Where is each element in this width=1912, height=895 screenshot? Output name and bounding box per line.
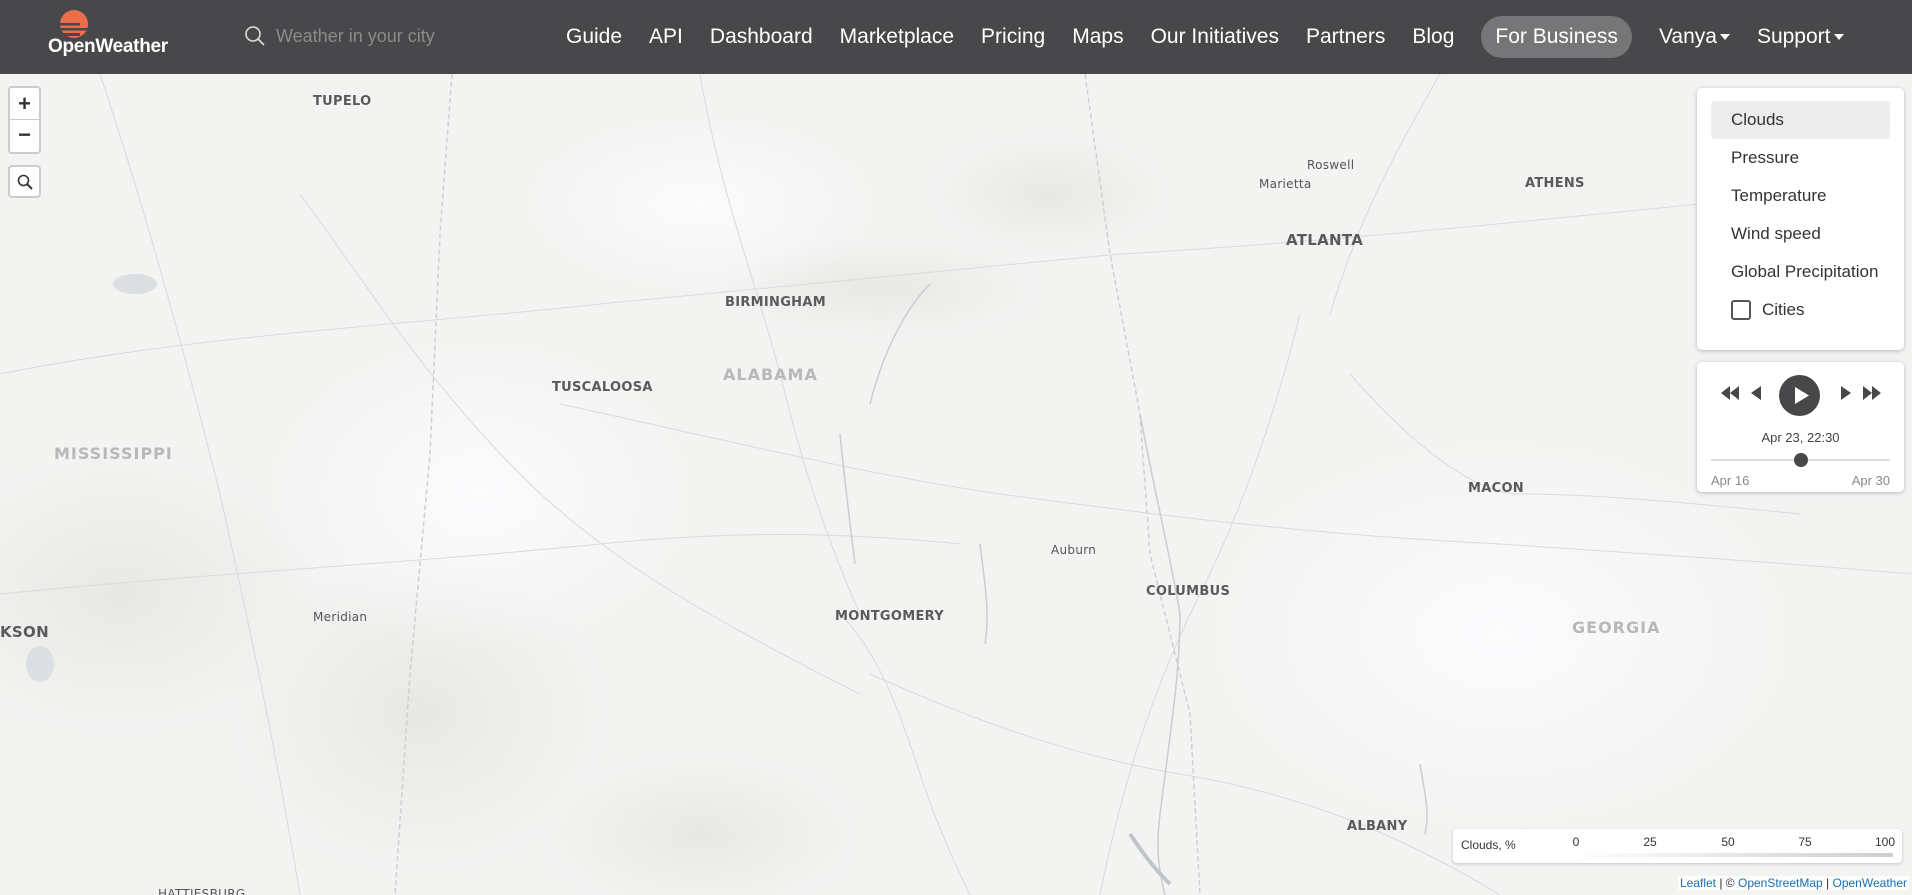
- nav-guide[interactable]: Guide: [566, 25, 622, 49]
- legend-tick: 100: [1874, 835, 1896, 849]
- city-label-montgomery: MONTGOMERY: [835, 609, 944, 624]
- user-menu[interactable]: Vanya: [1659, 25, 1730, 49]
- nav-partners[interactable]: Partners: [1306, 25, 1385, 49]
- city-label-meridian: Meridian: [313, 610, 368, 624]
- openweather-logo[interactable]: OpenWeather: [48, 8, 168, 58]
- openstreetmap-link[interactable]: OpenStreetMap: [1738, 876, 1823, 890]
- nav-api[interactable]: API: [649, 25, 683, 49]
- logo-text: OpenWeather: [48, 36, 168, 57]
- chevron-down-icon: [1833, 34, 1844, 41]
- state-label-alabama: ALABAMA: [723, 365, 818, 384]
- weather-map[interactable]: TUPELO Roswell Marietta ATHENS ATLANTA B…: [0, 74, 1912, 895]
- step-forward-icon[interactable]: [1841, 386, 1851, 400]
- play-icon: [1795, 387, 1809, 404]
- search-icon: [17, 174, 33, 190]
- time-player: Apr 23, 22:30 Apr 16 Apr 30: [1697, 362, 1904, 492]
- city-label-atlanta: ATLANTA: [1286, 231, 1364, 249]
- city-label-hattiesburg: HATTIESBURG: [158, 887, 246, 895]
- city-label-birmingham: BIRMINGHAM: [725, 295, 826, 310]
- layer-global-precipitation[interactable]: Global Precipitation: [1711, 253, 1890, 291]
- attribution-sep: | ©: [1716, 876, 1738, 890]
- map-search-button[interactable]: [8, 165, 41, 198]
- city-label-columbus: COLUMBUS: [1146, 584, 1231, 599]
- top-navigation-bar: OpenWeather Guide API Dashboard Marketpl…: [0, 0, 1912, 74]
- openweather-link[interactable]: OpenWeather: [1833, 876, 1908, 890]
- timeline-start: Apr 16: [1711, 473, 1750, 488]
- layer-clouds[interactable]: Clouds: [1711, 101, 1890, 139]
- play-button[interactable]: [1779, 375, 1820, 416]
- legend-color-bar: [1573, 853, 1893, 857]
- city-label-macon: MACON: [1468, 481, 1524, 496]
- step-backward-icon[interactable]: [1751, 386, 1761, 400]
- nav-marketplace[interactable]: Marketplace: [840, 25, 954, 49]
- state-label-georgia: GEORGIA: [1572, 618, 1661, 637]
- chevron-down-icon: [1719, 34, 1730, 41]
- layer-wind-speed[interactable]: Wind speed: [1711, 215, 1890, 253]
- sun-logo-icon: [50, 10, 92, 38]
- legend-tick: 50: [1721, 835, 1735, 849]
- map-attribution: Leaflet | © OpenStreetMap | OpenWeather: [1677, 876, 1909, 890]
- nav-dashboard[interactable]: Dashboard: [710, 25, 813, 49]
- support-menu-label: Support: [1756, 25, 1831, 48]
- layers-panel: Clouds Pressure Temperature Wind speed G…: [1697, 88, 1904, 350]
- city-label-roswell: Roswell: [1307, 158, 1355, 172]
- city-label-albany: ALBANY: [1347, 819, 1408, 834]
- legend-tick: 25: [1643, 835, 1657, 849]
- attribution-sep: |: [1822, 876, 1833, 890]
- user-menu-label: Vanya: [1658, 25, 1717, 48]
- state-label-mississippi: MISSISSIPPI: [54, 444, 173, 463]
- zoom-control: + −: [8, 86, 41, 154]
- main-nav: Guide API Dashboard Marketplace Pricing …: [566, 0, 1844, 74]
- city-label-athens: ATHENS: [1525, 176, 1585, 191]
- nav-maps[interactable]: Maps: [1072, 25, 1123, 49]
- zoom-out-button[interactable]: −: [10, 119, 39, 150]
- layer-temperature[interactable]: Temperature: [1711, 177, 1890, 215]
- timeline-thumb[interactable]: [1793, 453, 1808, 467]
- layer-pressure[interactable]: Pressure: [1711, 139, 1890, 177]
- cities-toggle[interactable]: Cities: [1711, 291, 1890, 329]
- support-menu[interactable]: Support: [1757, 25, 1844, 49]
- current-time: Apr 23, 22:30: [1761, 430, 1840, 445]
- legend-tick: 75: [1798, 835, 1812, 849]
- legend-tick: 0: [1572, 835, 1580, 849]
- zoom-in-button[interactable]: +: [10, 88, 39, 119]
- cities-checkbox[interactable]: [1731, 300, 1751, 320]
- city-label-marietta: Marietta: [1259, 177, 1312, 191]
- city-label-jackson-partial: KSON: [0, 623, 49, 641]
- search-icon: [245, 26, 265, 46]
- legend-title: Clouds, %: [1461, 838, 1516, 852]
- fast-forward-icon[interactable]: [1863, 386, 1881, 400]
- cities-label: Cities: [1762, 300, 1805, 319]
- for-business-button[interactable]: For Business: [1481, 16, 1632, 58]
- city-label-tupelo: TUPELO: [313, 94, 372, 109]
- city-label-tuscaloosa: TUSCALOOSA: [552, 380, 653, 395]
- city-label-auburn: Auburn: [1051, 543, 1097, 557]
- fast-backward-icon[interactable]: [1721, 386, 1739, 400]
- timeline-end: Apr 30: [1851, 473, 1890, 488]
- nav-our-initiatives[interactable]: Our Initiatives: [1151, 25, 1279, 49]
- map-basemap: [0, 74, 1912, 895]
- leaflet-link[interactable]: Leaflet: [1680, 876, 1716, 890]
- nav-pricing[interactable]: Pricing: [981, 25, 1045, 49]
- nav-blog[interactable]: Blog: [1412, 25, 1454, 49]
- clouds-legend: Clouds, % 0 25 50 75 100: [1453, 829, 1902, 863]
- search-input[interactable]: [276, 25, 536, 47]
- city-search: [244, 18, 544, 54]
